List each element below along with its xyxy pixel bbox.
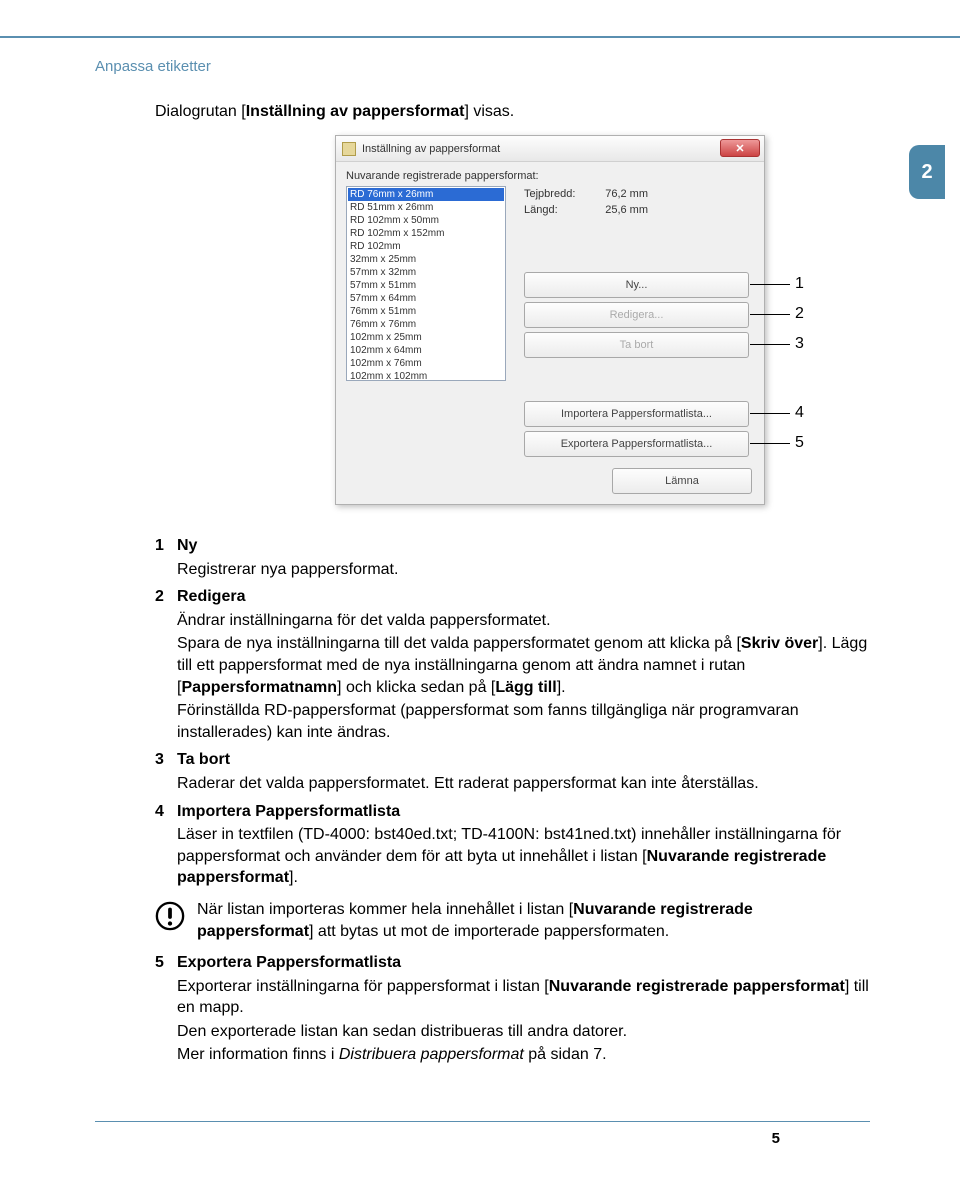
leader-line xyxy=(750,284,790,285)
def-body: Den exporterade listan kan sedan distrib… xyxy=(177,1021,870,1043)
export-list-button[interactable]: Exportera Pappersformatlista... xyxy=(524,431,749,457)
list-item[interactable]: 102mm x 76mm xyxy=(348,357,504,370)
def-body: Registrerar nya pappersformat. xyxy=(177,559,870,581)
def-body: Förinställda RD-pappersformat (pappersfo… xyxy=(177,700,870,743)
def-title: Redigera xyxy=(177,586,245,608)
definitions: 1Ny Registrerar nya pappersformat. 2Redi… xyxy=(155,535,870,889)
length-value: 25,6 mm xyxy=(586,202,648,218)
callout-4: 4 xyxy=(795,404,804,422)
leave-button[interactable]: Lämna xyxy=(612,468,752,494)
list-item[interactable]: 76mm x 76mm xyxy=(348,318,504,331)
new-button[interactable]: Ny... xyxy=(524,272,749,298)
leader-line xyxy=(750,344,790,345)
def-num: 1 xyxy=(155,535,177,557)
list-item[interactable]: 102mm x 64mm xyxy=(348,344,504,357)
def-title: Importera Pappersformatlista xyxy=(177,801,400,823)
page-number: 5 xyxy=(772,1130,780,1147)
t: Lägg till xyxy=(495,679,556,696)
close-icon[interactable]: ✕ xyxy=(720,139,760,157)
t: ]. xyxy=(289,869,298,886)
t: Spara de nya inställningarna till det va… xyxy=(177,635,741,652)
list-item[interactable]: 102mm x 102mm xyxy=(348,370,504,381)
intro-line: Dialogrutan [Inställning av pappersforma… xyxy=(155,103,870,121)
leader-line xyxy=(750,443,790,444)
list-item[interactable]: 102mm x 25mm xyxy=(348,331,504,344)
list-item[interactable]: RD 102mm x 152mm xyxy=(348,227,504,240)
def-body: Raderar det valda pappersformatet. Ett r… xyxy=(177,773,870,795)
t: ] och klicka sedan på [ xyxy=(337,679,495,696)
t: Exporterar inställningarna för pappersfo… xyxy=(177,978,549,995)
t: Skriv över xyxy=(741,635,818,652)
dialog-title: Inställning av pappersformat xyxy=(362,143,500,155)
warning-row: När listan importeras kommer hela innehå… xyxy=(155,899,870,942)
list-item[interactable]: 32mm x 25mm xyxy=(348,253,504,266)
dialog-window: Inställning av pappersformat ✕ Nuvarande… xyxy=(335,135,765,505)
intro-bold: Inställning av pappersformat xyxy=(246,103,465,120)
def-body: Läser in textfilen (TD-4000: bst40ed.txt… xyxy=(177,824,870,889)
def-body: Ändrar inställningarna för det valda pap… xyxy=(177,610,870,632)
paper-format-list[interactable]: RD 76mm x 26mm RD 51mm x 26mm RD 102mm x… xyxy=(346,186,506,381)
dialog-figure: 2 Inställning av pappersformat ✕ Nuvaran… xyxy=(335,135,855,505)
t: När listan importeras kommer hela innehå… xyxy=(197,901,573,918)
t: Nuvarande registrerade pappersformat xyxy=(549,978,845,995)
t: Pappersformatnamn xyxy=(181,679,337,696)
t: Mer information finns i xyxy=(177,1046,339,1063)
definitions-2: 5Exportera Pappersformatlista Exporterar… xyxy=(155,952,870,1066)
callout-5: 5 xyxy=(795,434,804,452)
t: på sidan 7. xyxy=(524,1046,607,1063)
list-item[interactable]: RD 102mm xyxy=(348,240,504,253)
leader-line xyxy=(750,314,790,315)
t: Distribuera pappersformat xyxy=(339,1046,524,1063)
leader-line xyxy=(750,413,790,414)
list-item[interactable]: 76mm x 51mm xyxy=(348,305,504,318)
list-item[interactable]: RD 102mm x 50mm xyxy=(348,214,504,227)
def-body: Spara de nya inställningarna till det va… xyxy=(177,633,870,698)
def-num: 5 xyxy=(155,952,177,974)
t: ]. xyxy=(557,679,566,696)
list-item[interactable]: 57mm x 64mm xyxy=(348,292,504,305)
def-title: Ny xyxy=(177,535,197,557)
callout-1: 1 xyxy=(795,275,804,293)
def-num: 2 xyxy=(155,586,177,608)
def-num: 4 xyxy=(155,801,177,823)
list-label: Nuvarande registrerade pappersformat: xyxy=(346,170,754,182)
delete-button[interactable]: Ta bort xyxy=(524,332,749,358)
warning-text: När listan importeras kommer hela innehå… xyxy=(197,899,870,942)
list-item[interactable]: 57mm x 32mm xyxy=(348,266,504,279)
callout-3: 3 xyxy=(795,335,804,353)
def-title: Ta bort xyxy=(177,749,230,771)
section-title: Anpassa etiketter xyxy=(95,58,870,75)
list-item[interactable]: RD 51mm x 26mm xyxy=(348,201,504,214)
dialog-app-icon xyxy=(342,142,356,156)
intro-post: ] visas. xyxy=(464,103,514,120)
list-item[interactable]: RD 76mm x 26mm xyxy=(348,188,504,201)
def-num: 3 xyxy=(155,749,177,771)
width-label: Tejpbredd: xyxy=(524,186,586,202)
import-list-button[interactable]: Importera Pappersformatlista... xyxy=(524,401,749,427)
footer-rule xyxy=(95,1121,870,1122)
intro-pre: Dialogrutan [ xyxy=(155,103,246,120)
warning-icon xyxy=(155,901,185,931)
edit-button[interactable]: Redigera... xyxy=(524,302,749,328)
width-value: 76,2 mm xyxy=(586,186,648,202)
def-body: Mer information finns i Distribuera papp… xyxy=(177,1044,870,1066)
list-item[interactable]: 57mm x 51mm xyxy=(348,279,504,292)
chapter-side-tab: 2 xyxy=(909,145,945,199)
def-body: Exporterar inställningarna för pappersfo… xyxy=(177,976,870,1019)
dialog-titlebar: Inställning av pappersformat ✕ xyxy=(336,136,764,162)
t: ] att bytas ut mot de importerade papper… xyxy=(309,923,669,940)
length-label: Längd: xyxy=(524,202,586,218)
def-title: Exportera Pappersformatlista xyxy=(177,952,401,974)
callout-2: 2 xyxy=(795,305,804,323)
top-rule xyxy=(0,36,960,38)
